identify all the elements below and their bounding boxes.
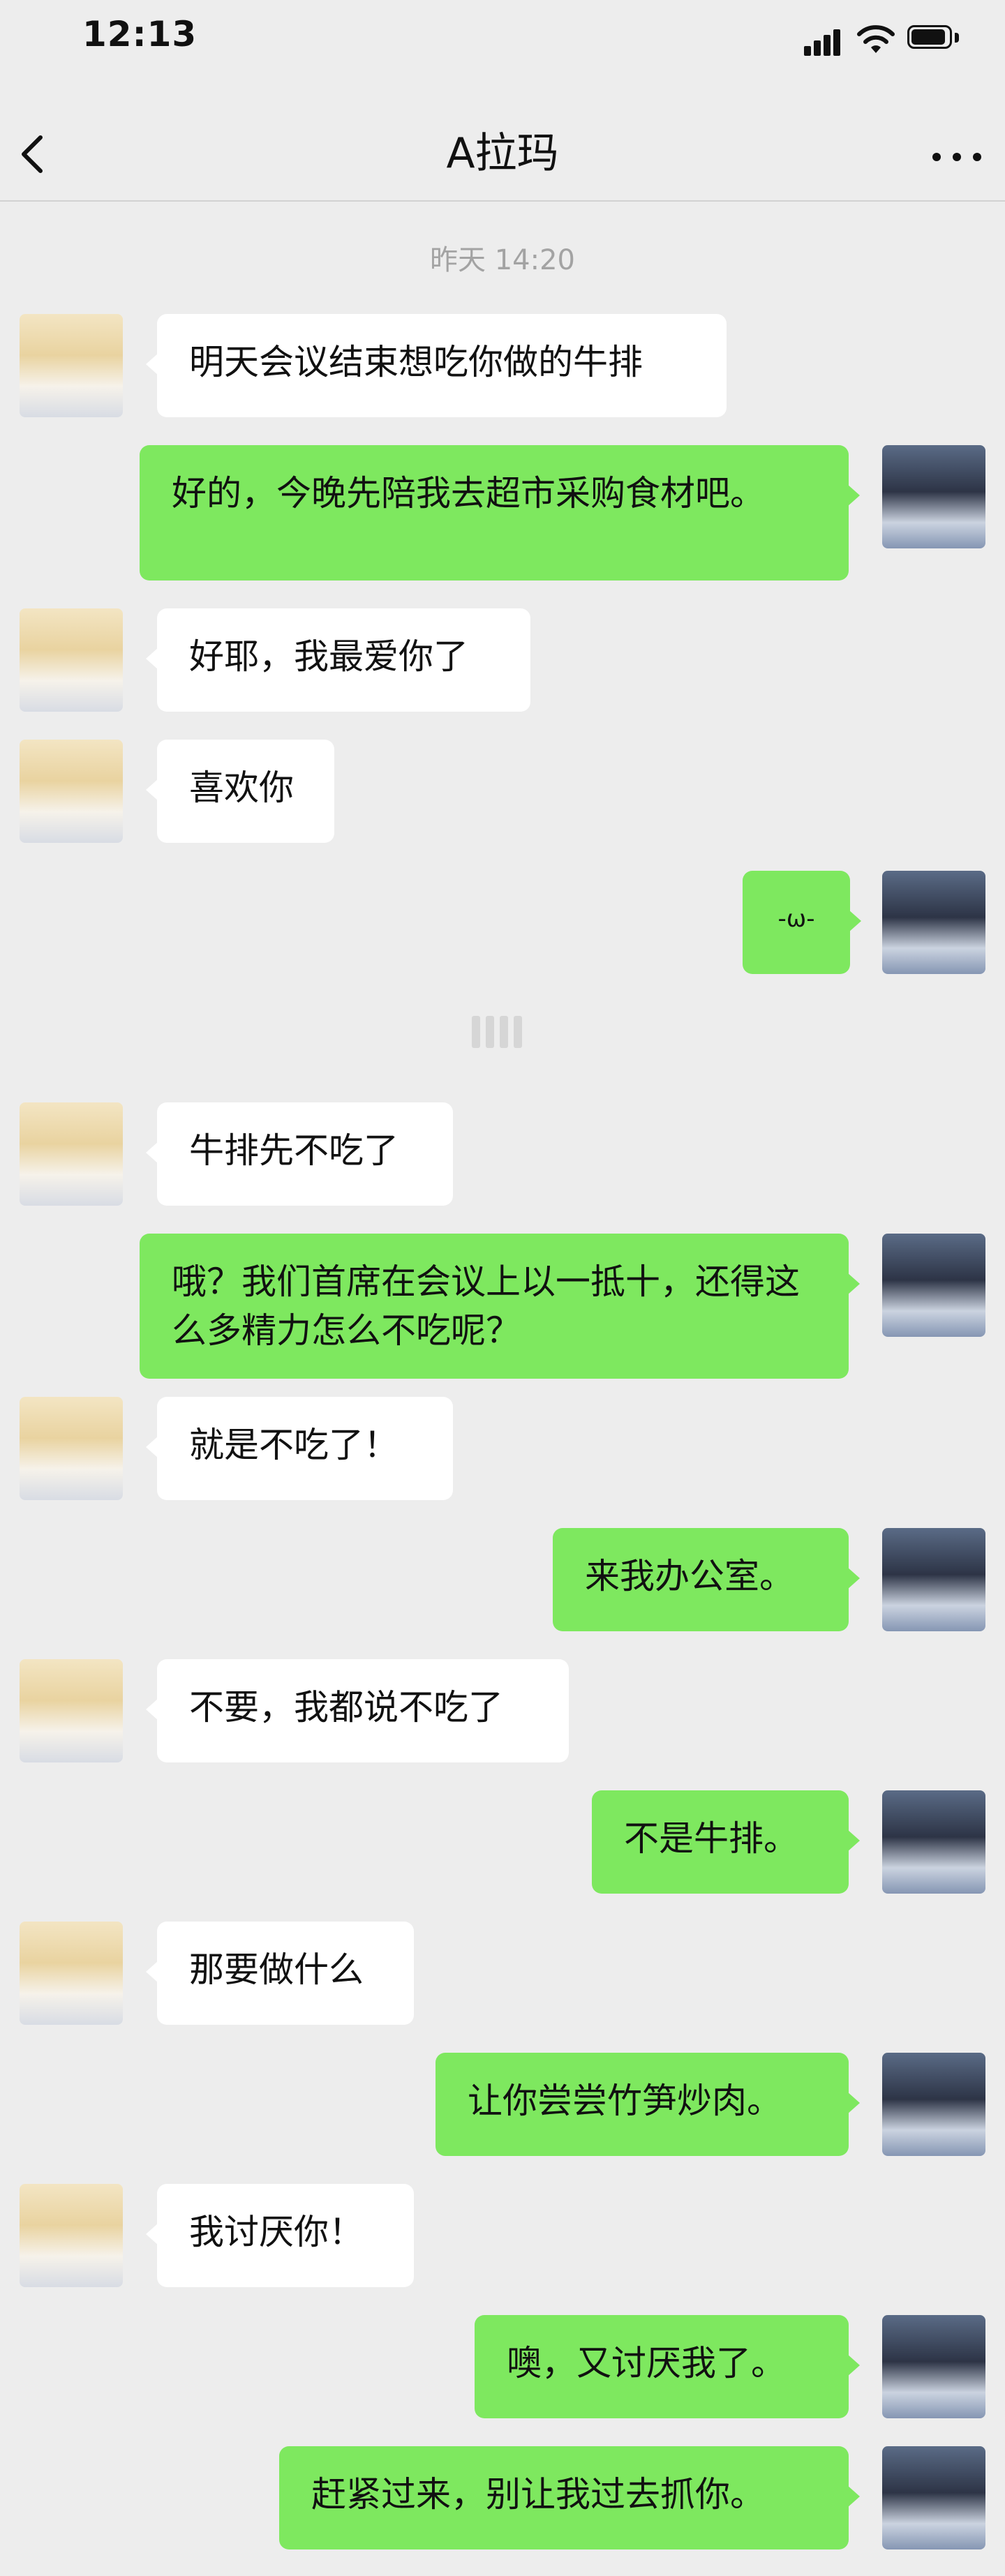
sent-message-bubble[interactable]: 噢，又讨厌我了。 bbox=[475, 2315, 860, 2418]
received-message-bubble[interactable]: 好耶，我最爱你了 bbox=[146, 608, 530, 712]
contact-avatar[interactable] bbox=[20, 1102, 123, 1206]
sent-message-bubble[interactable]: 哦？我们首席在会议上以一抵十，还得这么多精力怎么不吃呢？ bbox=[140, 1234, 860, 1379]
contact-avatar[interactable] bbox=[20, 740, 123, 843]
received-message-bubble[interactable]: 喜欢你 bbox=[146, 740, 334, 843]
sent-message-bubble[interactable]: 不是牛排。 bbox=[592, 1790, 860, 1894]
more-dots-icon[interactable] bbox=[925, 136, 988, 175]
received-message-bubble[interactable]: 牛排先不吃了 bbox=[146, 1102, 453, 1206]
sent-message-bubble[interactable]: 好的，今晚先陪我去超市采购食材吧。 bbox=[140, 445, 860, 581]
cellular-signal-icon bbox=[804, 28, 846, 56]
my-avatar[interactable] bbox=[882, 1528, 985, 1631]
status-time: 12:13 bbox=[82, 14, 198, 54]
received-message-bubble[interactable]: 就是不吃了！ bbox=[146, 1397, 453, 1500]
page-divider-icon bbox=[472, 1016, 535, 1048]
received-message-bubble[interactable]: 我讨厌你！ bbox=[146, 2184, 414, 2287]
status-bar: 12:13 bbox=[0, 0, 1005, 84]
received-message-bubble[interactable]: 明天会议结束想吃你做的牛排 bbox=[146, 314, 727, 417]
contact-avatar[interactable] bbox=[20, 2184, 123, 2287]
contact-avatar[interactable] bbox=[20, 314, 123, 417]
contact-avatar[interactable] bbox=[20, 1922, 123, 2025]
contact-avatar[interactable] bbox=[20, 608, 123, 712]
my-avatar[interactable] bbox=[882, 2053, 985, 2156]
received-message-bubble[interactable]: 那要做什么 bbox=[146, 1922, 414, 2025]
sent-message-bubble[interactable]: 让你尝尝竹笋炒肉。 bbox=[436, 2053, 860, 2156]
wifi-icon bbox=[857, 25, 895, 53]
sent-message-bubble[interactable]: -ω- bbox=[743, 871, 861, 974]
chat-timestamp: 昨天 14:20 bbox=[430, 244, 575, 276]
sent-message-bubble[interactable]: 赶紧过来，别让我过去抓你。 bbox=[279, 2446, 860, 2549]
my-avatar[interactable] bbox=[882, 1234, 985, 1337]
chat-title: A拉玛 bbox=[446, 129, 559, 178]
contact-avatar[interactable] bbox=[20, 1397, 123, 1500]
nav-bar: A拉玛 bbox=[0, 115, 1005, 202]
my-avatar[interactable] bbox=[882, 871, 985, 974]
received-message-bubble[interactable]: 不要，我都说不吃了 bbox=[146, 1659, 569, 1762]
my-avatar[interactable] bbox=[882, 445, 985, 548]
chat-message-list[interactable]: 昨天 14:20 明天会议结束想吃你做的牛排好的，今晚先陪我去超市采购食材吧。好… bbox=[0, 202, 1005, 2576]
my-avatar[interactable] bbox=[882, 2446, 985, 2549]
battery-icon bbox=[907, 25, 960, 52]
sent-message-bubble[interactable]: 来我办公室。 bbox=[553, 1528, 860, 1631]
my-avatar[interactable] bbox=[882, 2315, 985, 2418]
my-avatar[interactable] bbox=[882, 1790, 985, 1894]
contact-avatar[interactable] bbox=[20, 1659, 123, 1762]
